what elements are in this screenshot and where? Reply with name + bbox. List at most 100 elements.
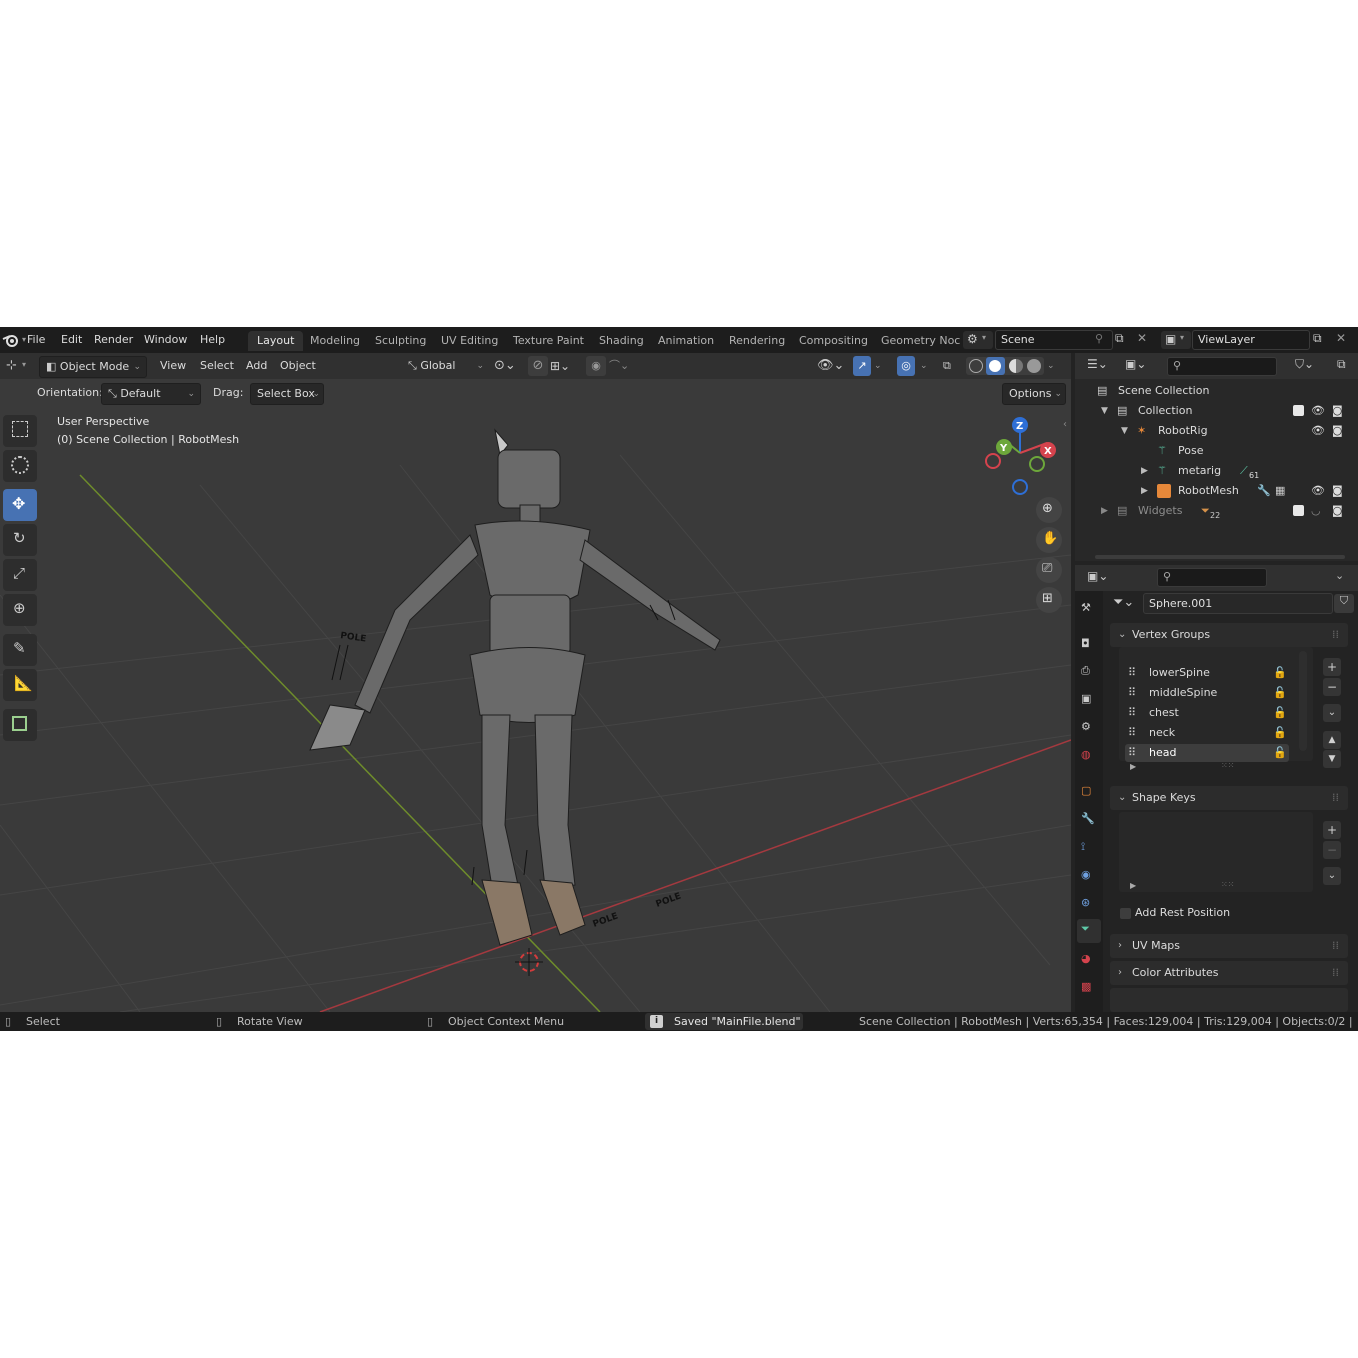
- display-mode-icon[interactable]: ▣⌄: [1125, 357, 1146, 371]
- shape-keys-panel-header[interactable]: ⌄ Shape Keys ⁞⁞: [1110, 786, 1348, 810]
- tab-geometry-nodes[interactable]: Geometry Noc: [872, 331, 962, 351]
- zoom-button[interactable]: ⊕: [1036, 497, 1062, 523]
- view-layer-selector-button[interactable]: ▣ ▾: [1161, 331, 1191, 349]
- blender-logo-icon[interactable]: [2, 332, 20, 348]
- checkbox-checked-icon[interactable]: [1293, 405, 1304, 416]
- view-layer-name-field[interactable]: ViewLayer: [1192, 330, 1310, 350]
- move-down-button[interactable]: ▼: [1323, 750, 1341, 768]
- gizmo-toggle-icon[interactable]: ↗: [853, 356, 871, 376]
- scene-name-field[interactable]: Scene ⚲: [995, 330, 1113, 350]
- transform-tool[interactable]: ⊕: [3, 594, 37, 626]
- camera-view-button[interactable]: ⎚: [1036, 557, 1062, 583]
- chevron-down-icon[interactable]: ⌄: [1047, 356, 1055, 376]
- orientation-dropdown[interactable]: ⤡ Default ⌄: [101, 383, 201, 405]
- wireframe-shading-icon[interactable]: [969, 359, 983, 373]
- measure-tool[interactable]: 📐: [3, 669, 37, 701]
- constraints-tab-icon[interactable]: ⊛: [1081, 896, 1099, 914]
- lock-icon[interactable]: 🔓: [1273, 704, 1287, 722]
- fake-user-icon[interactable]: ⛉: [1334, 594, 1354, 613]
- tab-compositing[interactable]: Compositing: [790, 331, 877, 351]
- visibility-icon[interactable]: 👁⌄: [817, 356, 844, 376]
- transform-orientation-dropdown[interactable]: ⤡ Global ⌄: [408, 356, 486, 376]
- filter-icon[interactable]: ⛉⌄: [1295, 357, 1314, 372]
- xray-toggle-icon[interactable]: ⧉: [943, 356, 951, 376]
- chevron-down-icon[interactable]: ⌄: [920, 356, 928, 376]
- chevron-down-icon[interactable]: ⌄: [874, 356, 882, 376]
- expand-icon[interactable]: ▼: [1121, 421, 1128, 441]
- particles-tab-icon[interactable]: ⟟: [1081, 840, 1099, 858]
- add-rest-position-checkbox[interactable]: [1120, 908, 1131, 919]
- drag-handle-icon[interactable]: ⁞⁞: [1332, 961, 1339, 985]
- annotate-tool[interactable]: ✎: [3, 634, 37, 666]
- menu-select[interactable]: Select: [200, 356, 234, 376]
- properties-editor-icon[interactable]: ▣⌄: [1087, 569, 1108, 583]
- lock-icon[interactable]: 🔓: [1273, 664, 1287, 682]
- menu-help[interactable]: Help: [200, 333, 225, 346]
- proportional-edit-icon[interactable]: ◉: [586, 356, 606, 376]
- scale-tool[interactable]: ⤢: [3, 559, 37, 591]
- shape-key-specials-button[interactable]: ⌄: [1323, 867, 1341, 885]
- mesh-data-name-field[interactable]: Sphere.001: [1143, 593, 1333, 614]
- vertex-group-item-active[interactable]: ⠿ head 🔓: [1125, 744, 1289, 762]
- snap-toggle-icon[interactable]: ⊘: [528, 356, 548, 376]
- texture-tab-icon[interactable]: ▩: [1081, 980, 1099, 998]
- mesh-data-icon[interactable]: ⏷⌄: [1113, 595, 1134, 610]
- camera-render-icon[interactable]: ◙: [1332, 421, 1343, 441]
- editor-type-button[interactable]: ⊹ ▾: [4, 356, 34, 376]
- world-tab-icon[interactable]: ◍: [1081, 748, 1099, 766]
- 3d-viewport[interactable]: ⊹ ▾ ◧ Object Mode ⌄ View Select Add Obje…: [0, 353, 1071, 1012]
- eye-icon[interactable]: 👁: [1311, 481, 1325, 501]
- snap-target-icon[interactable]: ⊞⌄: [550, 356, 570, 376]
- menu-edit[interactable]: Edit: [61, 333, 82, 346]
- eye-closed-icon[interactable]: ◡: [1311, 501, 1321, 521]
- outliner-row-widgets[interactable]: ▶ ▤ Widgets ⏷ 22 ◡ ◙: [1075, 501, 1358, 521]
- properties-search-input[interactable]: ⚲: [1157, 568, 1267, 587]
- new-collection-icon[interactable]: ⧉: [1337, 357, 1346, 372]
- drag-handle-icon[interactable]: ⁞⁞: [1332, 934, 1339, 958]
- drag-handle-icon[interactable]: ⁞⁞: [1332, 623, 1339, 647]
- select-box-tool[interactable]: [3, 415, 37, 447]
- vertex-group-item[interactable]: ⠿ middleSpine 🔓: [1125, 684, 1289, 702]
- add-cube-tool[interactable]: [3, 709, 37, 741]
- next-panel-header[interactable]: [1110, 988, 1348, 1012]
- uv-maps-panel-header[interactable]: › UV Maps ⁞⁞: [1110, 934, 1348, 958]
- output-tab-icon[interactable]: ⎙: [1081, 664, 1099, 682]
- tab-sculpting[interactable]: Sculpting: [366, 331, 435, 351]
- vertex-group-item[interactable]: ⠿ chest 🔓: [1125, 704, 1289, 722]
- outliner-scrollbar[interactable]: [1095, 555, 1345, 559]
- shape-keys-list[interactable]: [1119, 812, 1313, 892]
- resize-handle-icon[interactable]: ⁙⁙: [1221, 880, 1234, 889]
- rendered-shading-icon[interactable]: [1027, 359, 1041, 373]
- physics-tab-icon[interactable]: ◉: [1081, 868, 1099, 886]
- outliner-search-input[interactable]: ⚲: [1167, 357, 1277, 376]
- expand-icon[interactable]: ▶: [1141, 461, 1148, 481]
- outliner-row-robotmesh[interactable]: ▶ RobotMesh 🔧 ▦ 👁 ◙: [1075, 481, 1358, 501]
- outliner-row-metarig[interactable]: ▶ ⚚ metarig ⟋ 61: [1075, 461, 1358, 481]
- close-icon[interactable]: ✕: [1137, 331, 1147, 345]
- menu-object[interactable]: Object: [280, 356, 316, 376]
- expand-icon[interactable]: ▶: [1101, 501, 1108, 521]
- robot-mesh[interactable]: [309, 428, 721, 946]
- expand-icon[interactable]: ▶: [1141, 481, 1148, 501]
- save-report[interactable]: i Saved "MainFile.blend": [645, 1013, 803, 1030]
- pan-button[interactable]: ✋: [1036, 527, 1062, 553]
- remove-shape-key-button[interactable]: −: [1323, 841, 1341, 859]
- eye-icon[interactable]: 👁: [1311, 401, 1325, 421]
- tool-tab-icon[interactable]: ⚒: [1081, 601, 1099, 619]
- expand-list-icon[interactable]: ▶: [1130, 881, 1136, 890]
- lock-icon[interactable]: 🔓: [1273, 724, 1287, 742]
- new-view-layer-icon[interactable]: ⧉: [1313, 331, 1322, 346]
- menu-window[interactable]: Window: [144, 333, 187, 346]
- lock-icon[interactable]: 🔓: [1273, 684, 1287, 702]
- sidebar-toggle-icon[interactable]: ‹: [1063, 419, 1067, 430]
- ortho-toggle-button[interactable]: ⊞: [1036, 587, 1062, 613]
- color-attributes-panel-header[interactable]: › Color Attributes ⁞⁞: [1110, 961, 1348, 985]
- new-scene-icon[interactable]: ⧉: [1115, 331, 1131, 347]
- outliner-editor-icon[interactable]: ☰⌄: [1087, 357, 1108, 371]
- resize-handle-icon[interactable]: ⁙⁙: [1221, 761, 1234, 770]
- outliner-row-collection[interactable]: ▼ ▤ Collection 👁 ◙: [1075, 401, 1358, 421]
- vertex-group-item[interactable]: ⠿ neck 🔓: [1125, 724, 1289, 742]
- object-tab-icon[interactable]: ▢: [1081, 784, 1099, 802]
- material-tab-icon[interactable]: ◕: [1081, 952, 1099, 970]
- move-tool[interactable]: ✥: [3, 489, 37, 521]
